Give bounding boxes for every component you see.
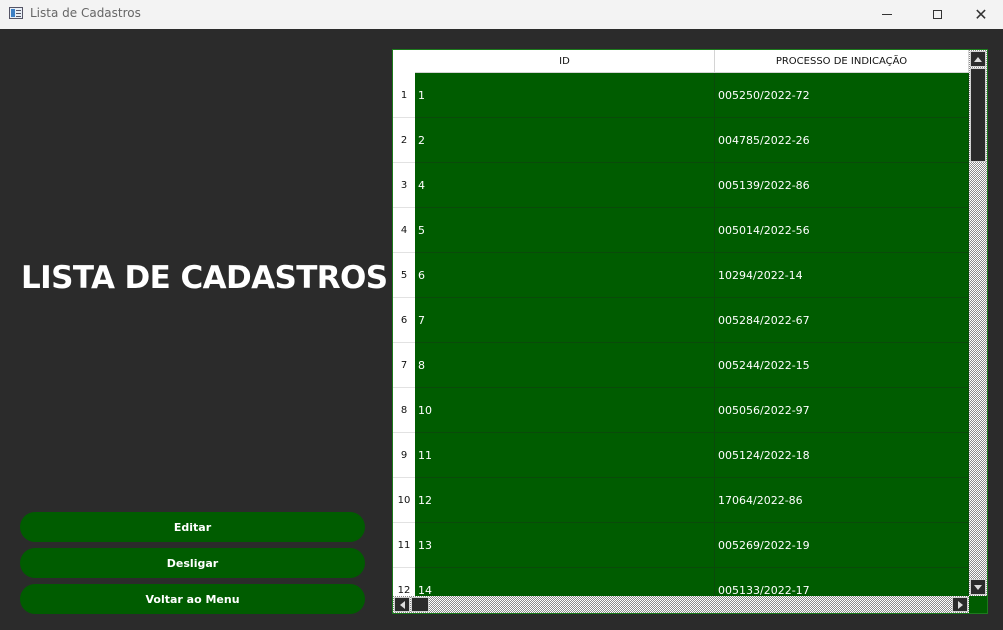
cell-id[interactable]: 1 bbox=[415, 73, 715, 118]
minimize-button[interactable] bbox=[864, 0, 910, 29]
column-header-process[interactable]: PROCESSO DE INDICAÇÃO bbox=[715, 50, 969, 73]
table-row[interactable]: 7 8 005244/2022-15 bbox=[393, 343, 969, 388]
cell-process[interactable]: 17064/2022-86 bbox=[715, 478, 969, 523]
table-row[interactable]: 11 13 005269/2022-19 bbox=[393, 523, 969, 568]
arrow-left-icon bbox=[399, 600, 405, 609]
row-header[interactable]: 11 bbox=[393, 523, 415, 568]
close-button[interactable]: ✕ bbox=[958, 0, 1003, 29]
table-row[interactable]: 10 12 17064/2022-86 bbox=[393, 478, 969, 523]
close-icon: ✕ bbox=[974, 5, 988, 24]
table-viewport: ID PROCESSO DE INDICAÇÃO 1 1 005250/2022-7… bbox=[393, 50, 969, 596]
title-bar: Lista de Cadastros ✕ bbox=[0, 0, 1003, 29]
cell-id[interactable]: 12 bbox=[415, 478, 715, 523]
minimize-icon bbox=[882, 14, 892, 15]
cell-process[interactable]: 005139/2022-86 bbox=[715, 163, 969, 208]
table-row[interactable]: 1 1 005250/2022-72 bbox=[393, 73, 969, 118]
table-row[interactable]: 12 14 005133/2022-17 bbox=[393, 568, 969, 596]
cell-id[interactable]: 14 bbox=[415, 568, 715, 596]
vertical-scroll-thumb[interactable] bbox=[970, 68, 986, 162]
row-header[interactable]: 5 bbox=[393, 253, 415, 298]
maximize-button[interactable] bbox=[914, 0, 960, 29]
arrow-down-icon bbox=[974, 584, 982, 590]
scroll-up-button[interactable] bbox=[970, 51, 986, 67]
cell-process[interactable]: 004785/2022-26 bbox=[715, 118, 969, 163]
row-header[interactable]: 4 bbox=[393, 208, 415, 253]
page-title: LISTA DE CADASTROS bbox=[21, 260, 388, 296]
window-title: Lista de Cadastros bbox=[30, 6, 141, 20]
row-header[interactable]: 6 bbox=[393, 298, 415, 343]
scroll-right-button[interactable] bbox=[952, 597, 968, 612]
row-header[interactable]: 12 bbox=[393, 568, 415, 596]
cell-process[interactable]: 005056/2022-97 bbox=[715, 388, 969, 433]
cell-id[interactable]: 11 bbox=[415, 433, 715, 478]
cell-process[interactable]: 10294/2022-14 bbox=[715, 253, 969, 298]
table-row[interactable]: 8 10 005056/2022-97 bbox=[393, 388, 969, 433]
horizontal-scrollbar[interactable] bbox=[393, 596, 969, 613]
table-row[interactable]: 3 4 005139/2022-86 bbox=[393, 163, 969, 208]
cell-id[interactable]: 2 bbox=[415, 118, 715, 163]
table-row[interactable]: 2 2 004785/2022-26 bbox=[393, 118, 969, 163]
dismiss-button[interactable]: Desligar bbox=[20, 548, 365, 578]
cell-process[interactable]: 005250/2022-72 bbox=[715, 73, 969, 118]
row-header[interactable]: 10 bbox=[393, 478, 415, 523]
scroll-left-button[interactable] bbox=[394, 597, 410, 612]
cell-id[interactable]: 4 bbox=[415, 163, 715, 208]
cell-id[interactable]: 7 bbox=[415, 298, 715, 343]
maximize-icon bbox=[932, 10, 942, 19]
cell-process[interactable]: 005284/2022-67 bbox=[715, 298, 969, 343]
scrollbar-corner bbox=[969, 596, 987, 613]
cell-id[interactable]: 8 bbox=[415, 343, 715, 388]
arrow-up-icon bbox=[974, 56, 982, 62]
registrations-table: ID PROCESSO DE INDICAÇÃO 1 1 005250/2022-7… bbox=[392, 49, 988, 614]
cell-id[interactable]: 13 bbox=[415, 523, 715, 568]
column-header-id[interactable]: ID bbox=[415, 50, 715, 73]
app-window-icon bbox=[9, 7, 23, 19]
edit-button[interactable]: Editar bbox=[20, 512, 365, 542]
vertical-scrollbar[interactable] bbox=[969, 50, 987, 596]
table-row[interactable]: 4 5 005014/2022-56 bbox=[393, 208, 969, 253]
cell-process[interactable]: 005133/2022-17 bbox=[715, 568, 969, 596]
cell-process[interactable]: 005269/2022-19 bbox=[715, 523, 969, 568]
cell-id[interactable]: 5 bbox=[415, 208, 715, 253]
row-header[interactable]: 3 bbox=[393, 163, 415, 208]
row-header[interactable]: 1 bbox=[393, 73, 415, 118]
row-header[interactable]: 2 bbox=[393, 118, 415, 163]
table-row[interactable]: 5 6 10294/2022-14 bbox=[393, 253, 969, 298]
table-body: 1 1 005250/2022-72 2 2 004785/2022-26 3 4 005139… bbox=[393, 73, 969, 596]
cell-process[interactable]: 005244/2022-15 bbox=[715, 343, 969, 388]
row-header[interactable]: 9 bbox=[393, 433, 415, 478]
row-header[interactable]: 8 bbox=[393, 388, 415, 433]
back-to-menu-button[interactable]: Voltar ao Menu bbox=[20, 584, 365, 614]
table-corner[interactable] bbox=[393, 50, 415, 73]
row-header[interactable]: 7 bbox=[393, 343, 415, 388]
horizontal-scroll-thumb[interactable] bbox=[411, 597, 429, 612]
table-row[interactable]: 6 7 005284/2022-67 bbox=[393, 298, 969, 343]
cell-id[interactable]: 6 bbox=[415, 253, 715, 298]
cell-process[interactable]: 005014/2022-56 bbox=[715, 208, 969, 253]
cell-process[interactable]: 005124/2022-18 bbox=[715, 433, 969, 478]
cell-id[interactable]: 10 bbox=[415, 388, 715, 433]
table-row[interactable]: 9 11 005124/2022-18 bbox=[393, 433, 969, 478]
scroll-down-button[interactable] bbox=[970, 579, 986, 595]
arrow-right-icon bbox=[957, 600, 963, 609]
